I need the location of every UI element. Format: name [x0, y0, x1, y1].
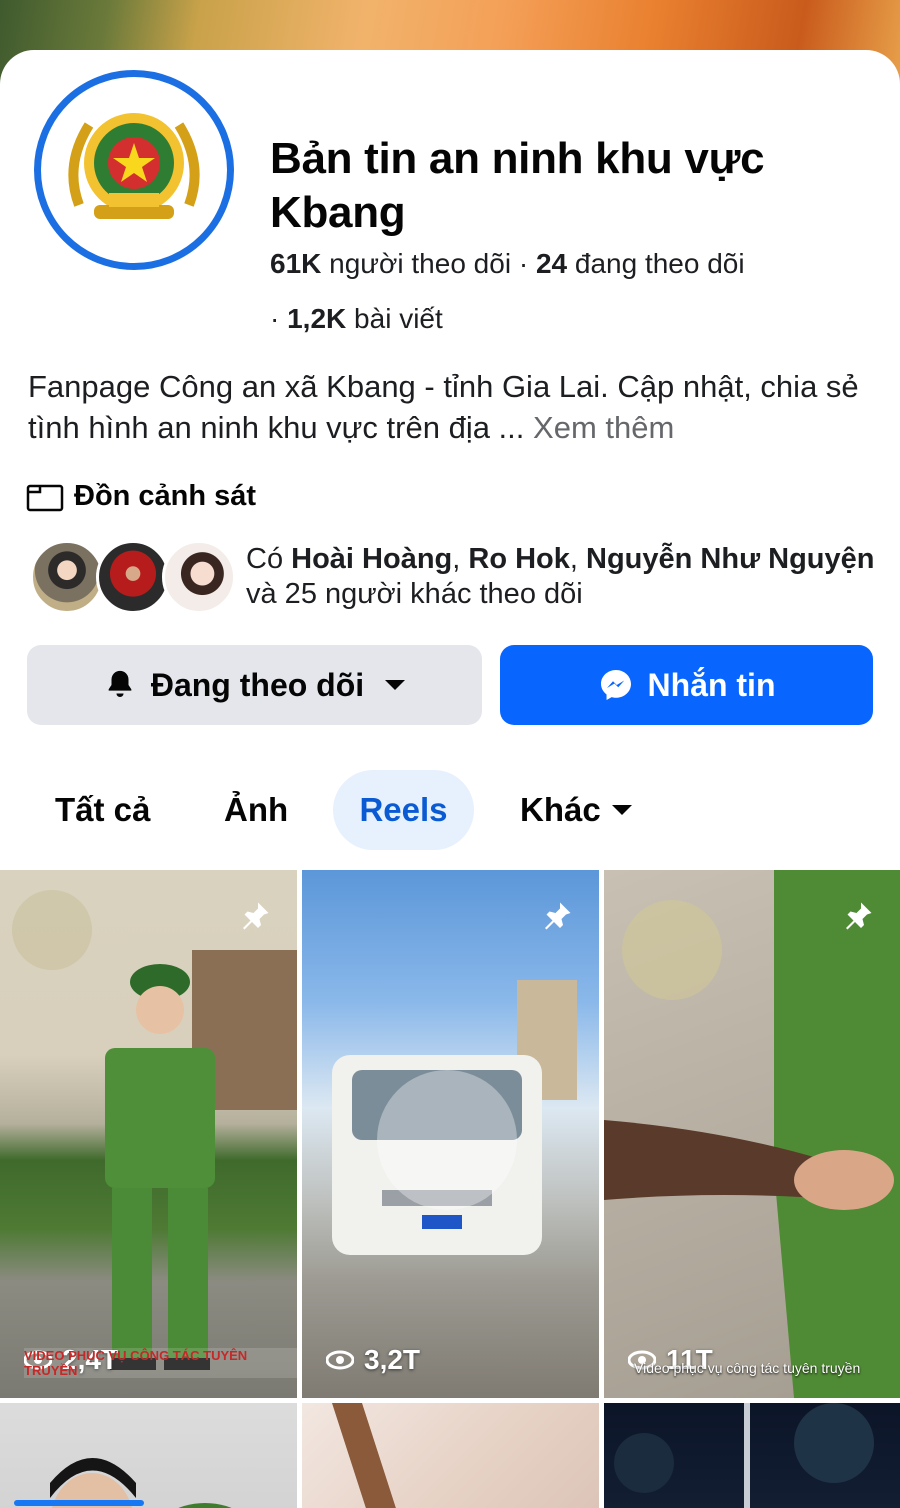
tab-photos[interactable]: Ảnh: [224, 770, 288, 850]
page-stats: 61K người theo dõi · 24 đang theo dõi: [270, 247, 745, 281]
reel-thumbnail[interactable]: 2,4T VIDEO PHỤC VỤ CÔNG TÁC TUYÊN TRUYỀN: [0, 870, 297, 1398]
friend-name[interactable]: Nguyễn Như Nguyện: [586, 543, 874, 575]
stats-separator: ·: [270, 303, 280, 334]
reel-thumbnail[interactable]: 11T Video phục vụ công tác tuyên truyền: [604, 870, 900, 1398]
see-more-link[interactable]: Xem thêm: [533, 410, 674, 445]
scroll-indicator: [14, 1500, 144, 1506]
page-bio: Fanpage Công an xã Kbang - tỉnh Gia Lai.…: [28, 366, 878, 448]
following-button[interactable]: Đang theo dõi: [27, 645, 482, 725]
message-button[interactable]: Nhắn tin: [500, 645, 873, 725]
mutual-followers-text[interactable]: Có Hoài Hoàng, Ro Hok, Nguyễn Như Nguyện…: [246, 542, 886, 612]
arm-figure: [604, 870, 900, 1398]
chevron-down-icon: [611, 805, 632, 815]
reels-grid: 2,4T VIDEO PHỤC VỤ CÔNG TÁC TUYÊN TRUYỀN: [0, 870, 900, 1508]
following-label[interactable]: đang theo dõi: [575, 248, 745, 279]
tab-more-label: Khác: [520, 791, 601, 828]
police-emblem-icon: [34, 70, 234, 270]
followers-count[interactable]: 61K: [270, 248, 321, 279]
bell-icon: [108, 670, 132, 698]
reel-thumbnail[interactable]: 3,2T: [302, 870, 599, 1398]
pin-icon: [243, 902, 269, 930]
friend-name[interactable]: Ro Hok: [468, 543, 570, 575]
blurred-figure: [332, 1403, 396, 1508]
profile-card: Bản tin an ninh khu vực Kbang 61K người …: [0, 50, 900, 1508]
following-button-label: Đang theo dõi: [150, 666, 365, 703]
mutual-prefix: Có: [246, 543, 284, 575]
pin-icon: [545, 902, 571, 930]
reel-thumbnail[interactable]: [302, 1403, 599, 1508]
profile-tabs: Tất cả Ảnh Reels Khác: [0, 770, 900, 850]
page-title: Bản tin an ninh khu vực Kbang: [270, 134, 765, 237]
friend-name[interactable]: Hoài Hoàng: [291, 543, 452, 575]
tab-reels[interactable]: Reels: [333, 770, 474, 850]
reel-thumbnail[interactable]: [0, 1403, 297, 1508]
category-label: Đồn cảnh sát: [74, 480, 257, 512]
reel-caption: VIDEO PHỤC VỤ CÔNG TÁC TUYÊN TRUYỀN: [24, 1348, 297, 1378]
followers-label[interactable]: người theo dõi: [329, 248, 511, 279]
following-count[interactable]: 24: [536, 248, 567, 279]
mutual-suffix: và 25 người khác theo dõi: [246, 578, 583, 610]
reel-thumbnail[interactable]: [604, 1403, 900, 1508]
message-button-label: Nhắn tin: [647, 666, 776, 703]
night-figure: [614, 1403, 874, 1508]
mutual-followers[interactable]: Có Hoài Hoàng, Ro Hok, Nguyễn Như Nguyện…: [30, 540, 886, 614]
friend-avatar[interactable]: [162, 540, 236, 614]
friend-avatar[interactable]: [96, 540, 170, 614]
tab-more[interactable]: Khác: [520, 770, 633, 850]
tab-all[interactable]: Tất cả: [55, 770, 150, 850]
page-avatar[interactable]: [28, 64, 240, 276]
page-category: Đồn cảnh sát: [26, 480, 256, 513]
eye-icon: [326, 1350, 354, 1370]
stats-separator: ·: [518, 248, 529, 279]
view-count-value: 3,2T: [364, 1344, 421, 1375]
posts-stats: · 1,2K bài viết: [270, 303, 443, 335]
person-figure: [50, 1458, 232, 1508]
truck-figure: [332, 980, 577, 1255]
view-count: 3,2T: [326, 1344, 420, 1376]
reel-caption: Video phục vụ công tác tuyên truyền: [634, 1360, 861, 1376]
posts-count: 1,2K: [287, 303, 347, 334]
officer-figure: [12, 890, 297, 1370]
posts-label: bài viết: [354, 303, 443, 334]
friend-avatar[interactable]: [30, 540, 104, 614]
bio-text: Fanpage Công an xã Kbang - tỉnh Gia Lai.…: [28, 369, 859, 445]
messenger-icon: [600, 670, 631, 700]
category-icon: [26, 484, 64, 511]
pin-icon: [846, 902, 872, 930]
chevron-down-icon: [385, 680, 406, 690]
